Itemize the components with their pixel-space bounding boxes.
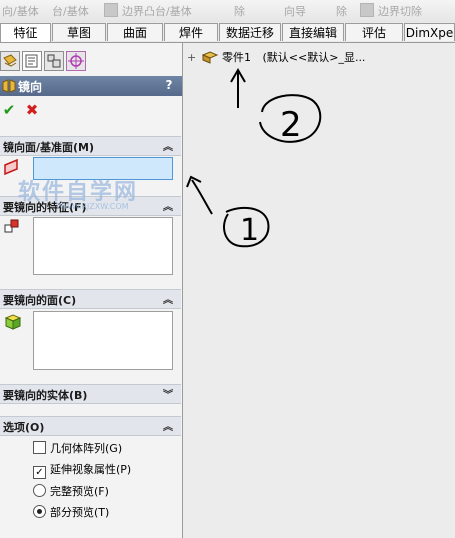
- annotation-label-1: 1: [240, 213, 259, 248]
- annotation-label-2: 2: [280, 105, 302, 145]
- annotation-arrow-1: [191, 179, 213, 215]
- annotation-layer: 1 2: [186, 68, 322, 248]
